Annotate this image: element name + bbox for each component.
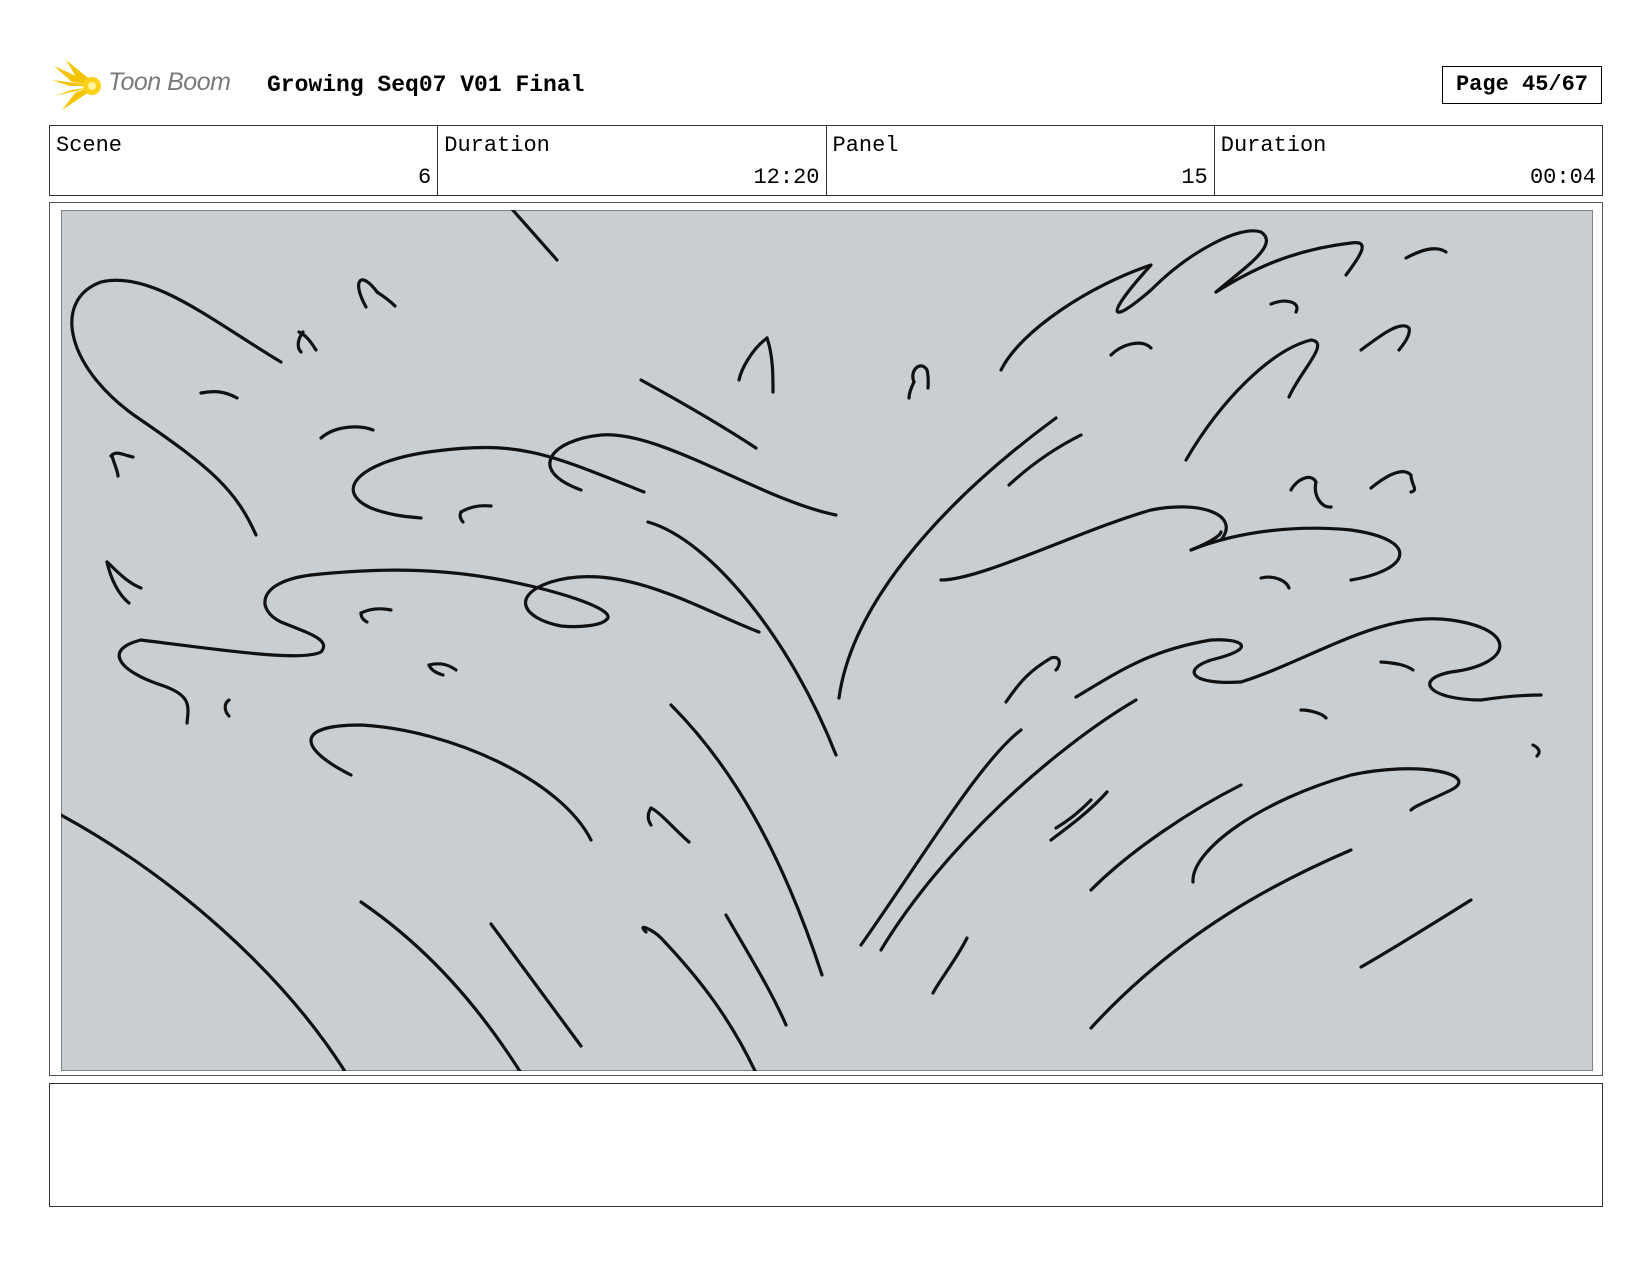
panel-duration-label: Duration xyxy=(1220,133,1327,158)
scene-duration-value: 12:20 xyxy=(753,165,820,190)
scene-info-table: Scene 6 Duration 12:20 Panel 15 Duration… xyxy=(49,125,1603,196)
storyboard-panel-image xyxy=(61,210,1593,1071)
water-splash-drawing xyxy=(61,210,1593,1071)
panel-background xyxy=(61,210,1593,1071)
document-title: Growing Seq07 V01 Final xyxy=(267,72,585,98)
scene-label: Scene xyxy=(56,133,123,158)
panel-value: 15 xyxy=(1181,165,1208,190)
panel-duration-value: 00:04 xyxy=(1529,165,1596,190)
panel-cell: Panel 15 xyxy=(827,126,1215,195)
starburst-icon xyxy=(52,60,101,110)
logo-text: Toon Boom xyxy=(108,68,231,96)
scene-duration-cell: Duration 12:20 xyxy=(438,126,827,195)
scene-cell: Scene 6 xyxy=(50,126,439,195)
scene-value: 6 xyxy=(418,165,432,190)
panel-notes-box xyxy=(49,1083,1603,1207)
panel-duration-cell: Duration 00:04 xyxy=(1215,126,1602,195)
scene-duration-label: Duration xyxy=(444,133,550,158)
page-indicator: Page 45/67 xyxy=(1442,66,1602,104)
toon-boom-logo: Toon Boom xyxy=(52,58,252,114)
panel-label: Panel xyxy=(832,133,899,158)
